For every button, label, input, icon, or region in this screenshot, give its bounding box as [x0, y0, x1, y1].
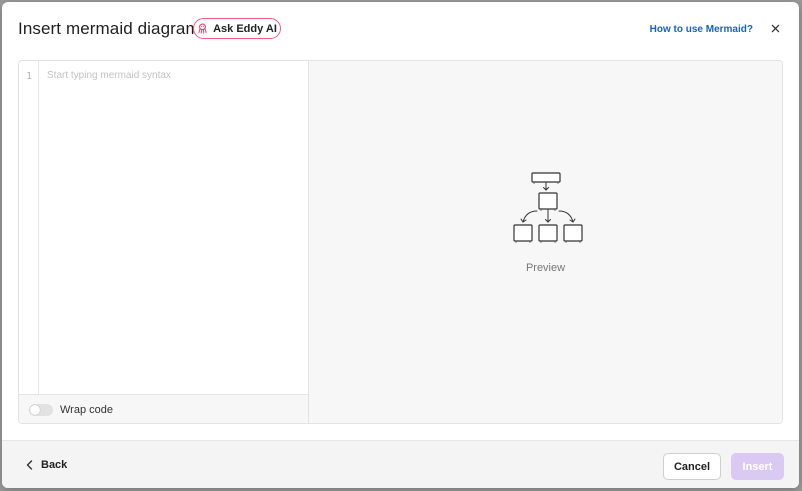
preview-pane: Preview: [309, 61, 782, 423]
preview-label: Preview: [525, 262, 566, 274]
code-editor: 1 Wrap code: [19, 61, 309, 423]
dialog-title: Insert mermaid diagram: [18, 19, 200, 38]
back-label: Back: [41, 459, 68, 471]
wrap-code-bar: Wrap code: [19, 394, 308, 423]
insert-button[interactable]: Insert: [731, 453, 784, 480]
dialog-header: Insert mermaid diagram Ask Eddy AI How t…: [2, 2, 799, 58]
mermaid-dialog: Insert mermaid diagram Ask Eddy AI How t…: [2, 2, 799, 488]
wrap-code-label: Wrap code: [60, 403, 113, 416]
close-icon: [771, 24, 779, 32]
line-number: 1: [26, 71, 33, 82]
octopus-icon: [198, 23, 207, 34]
mermaid-code-input[interactable]: [47, 69, 297, 389]
ask-ai-label: Ask Eddy AI: [213, 22, 277, 35]
wrap-code-toggle[interactable]: [29, 403, 53, 416]
editor-workspace: 1 Wrap code: [18, 60, 783, 424]
toggle-knob: [30, 404, 40, 415]
ask-ai-button[interactable]: Ask Eddy AI: [193, 18, 281, 39]
close-button[interactable]: [767, 20, 783, 36]
back-button[interactable]: Back: [26, 459, 67, 471]
mermaid-help-link[interactable]: How to use Mermaid?: [650, 24, 753, 35]
cancel-button[interactable]: Cancel: [663, 453, 721, 480]
dialog-footer: Back Cancel Insert: [2, 440, 799, 488]
chevron-left-icon: [26, 460, 33, 470]
line-gutter: 1: [19, 61, 39, 394]
flowchart-icon: [513, 172, 583, 243]
